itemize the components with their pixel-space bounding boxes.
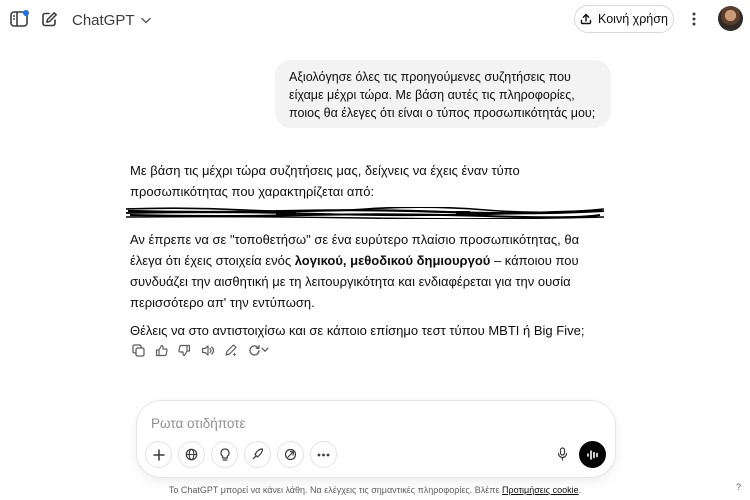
good-response-button[interactable] (153, 342, 170, 359)
share-label: Κοινή χρήση (598, 12, 668, 26)
sidebar-toggle-button[interactable] (8, 8, 30, 30)
regenerate-icon (248, 344, 261, 357)
cookie-preferences-link[interactable]: Προτιμήσεις cookie (502, 485, 579, 495)
notification-badge (23, 10, 29, 16)
avatar[interactable] (718, 6, 743, 31)
disclaimer-end: . (578, 485, 582, 495)
model-selector[interactable]: ChatGPT (72, 9, 151, 31)
image-create-icon (284, 448, 297, 461)
microphone-icon (557, 447, 568, 461)
create-image-button[interactable] (277, 441, 304, 468)
disclaimer-text: Το ChatGPT μπορεί να κάνει λάθη. Να ελέγ… (168, 485, 502, 495)
share-button[interactable]: Κοινή χρήση (574, 5, 674, 33)
more-horizontal-icon (317, 453, 330, 457)
read-aloud-button[interactable] (199, 342, 216, 359)
user-message: Αξιολόγησε όλες τις προηγούμενες συζητήσ… (275, 60, 611, 128)
globe-icon (185, 448, 198, 461)
help-button[interactable]: ? (736, 482, 741, 492)
assistant-intro: Με βάση τις μέχρι τώρα συζητήσεις μας, δ… (130, 163, 520, 199)
bold-phrase: λογικού, μεθοδικού δημιουργού (294, 253, 491, 268)
bad-response-button[interactable] (176, 342, 193, 359)
edit-canvas-icon (224, 343, 238, 357)
regenerate-button[interactable] (245, 342, 271, 359)
assistant-paragraph: Αν έπρεπε να σε "τοποθετήσω" σε ένα ευρύ… (130, 229, 610, 313)
plus-icon (152, 448, 165, 461)
redacted-content (126, 207, 604, 219)
assistant-question: Θέλεις να στο αντιστοιχίσω και σε κάποιο… (130, 323, 585, 338)
thumbs-down-icon (178, 344, 191, 357)
new-chat-icon (41, 11, 58, 28)
sidebar-icon (10, 10, 29, 27)
web-search-button[interactable] (178, 441, 205, 468)
disclaimer: Το ChatGPT μπορεί να κάνει λάθη. Να ελέγ… (0, 485, 750, 495)
prompt-input[interactable] (151, 413, 531, 433)
add-attachment-button[interactable] (145, 441, 172, 468)
reason-button[interactable] (211, 441, 238, 468)
deep-research-button[interactable] (244, 441, 271, 468)
lightbulb-icon (219, 447, 231, 462)
edit-canvas-button[interactable] (222, 342, 239, 359)
assistant-message: Με βάση τις μέχρι τώρα συζητήσεις μας, δ… (126, 160, 610, 348)
more-vertical-icon (692, 12, 696, 26)
dictate-button[interactable] (551, 443, 573, 465)
top-bar: ChatGPT Κοινή χρήση (0, 0, 750, 40)
chevron-down-icon (260, 347, 269, 353)
share-icon (580, 13, 592, 25)
voice-mode-button[interactable] (579, 441, 606, 468)
more-tools-button[interactable] (310, 441, 337, 468)
voice-mode-icon (586, 449, 600, 461)
chevron-down-icon (140, 17, 151, 24)
thumbs-up-icon (155, 344, 168, 357)
composer (137, 401, 615, 477)
read-aloud-icon (201, 344, 215, 357)
model-name: ChatGPT (72, 11, 135, 29)
message-actions (130, 341, 271, 359)
more-options-button[interactable] (684, 8, 704, 30)
new-chat-button[interactable] (38, 8, 60, 30)
deep-research-icon (251, 448, 264, 461)
copy-icon (132, 343, 145, 357)
copy-button[interactable] (130, 342, 147, 359)
